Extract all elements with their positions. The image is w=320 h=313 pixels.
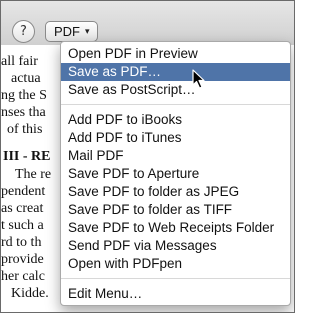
menu-item-add-pdf-to-itunes[interactable]: Add PDF to iTunes (61, 129, 290, 147)
document-text-line: her calc (1, 269, 45, 284)
menu-separator (61, 278, 290, 279)
document-text-line: all fair (1, 54, 38, 69)
document-text-line: The re (15, 167, 52, 182)
pdf-menu-button[interactable]: PDF ▾ (45, 21, 98, 42)
menu-item-save-as-pdf[interactable]: Save as PDF… (61, 63, 290, 81)
print-dialog-frame: ? PDF ▾ all fair actua ng the S nses tha… (0, 0, 295, 313)
document-text-line: nses tha (1, 105, 46, 120)
dialog-toolbar: ? PDF ▾ (1, 1, 294, 45)
document-heading: III - RE (3, 149, 51, 164)
mouse-pointer-icon (192, 69, 205, 89)
menu-item-edit-menu[interactable]: Edit Menu… (61, 285, 290, 303)
menu-separator (61, 104, 290, 105)
document-text-line: Kidde. (11, 286, 49, 301)
menu-item-save-pdf-to-web-receipts[interactable]: Save PDF to Web Receipts Folder (61, 219, 290, 237)
help-button[interactable]: ? (12, 20, 35, 43)
document-text-line: of this (7, 122, 43, 137)
menu-item-add-pdf-to-ibooks[interactable]: Add PDF to iBooks (61, 111, 290, 129)
document-text-line: as creat (1, 201, 44, 216)
document-text-line: t such a (1, 218, 44, 233)
menu-item-save-pdf-as-jpeg[interactable]: Save PDF to folder as JPEG (61, 183, 290, 201)
menu-item-save-pdf-as-tiff[interactable]: Save PDF to folder as TIFF (61, 201, 290, 219)
document-text-line: actua (11, 71, 41, 86)
pdf-button-label: PDF (54, 24, 80, 39)
menu-item-save-pdf-to-aperture[interactable]: Save PDF to Aperture (61, 165, 290, 183)
menu-item-open-with-pdfpen[interactable]: Open with PDFpen (61, 255, 290, 273)
menu-item-mail-pdf[interactable]: Mail PDF (61, 147, 290, 165)
chevron-down-icon: ▾ (85, 26, 90, 36)
menu-item-open-pdf-in-preview[interactable]: Open PDF in Preview (61, 45, 290, 63)
pdf-dropdown-menu: Open PDF in Preview Save as PDF… Save as… (60, 41, 291, 306)
document-text-line: rd to th (1, 235, 42, 250)
menu-item-save-as-postscript[interactable]: Save as PostScript… (61, 81, 290, 99)
document-text-line: provide (1, 252, 44, 267)
document-text-line: ng the S (1, 88, 47, 103)
menu-item-send-pdf-via-messages[interactable]: Send PDF via Messages (61, 237, 290, 255)
document-text-line: pendent (1, 184, 46, 199)
